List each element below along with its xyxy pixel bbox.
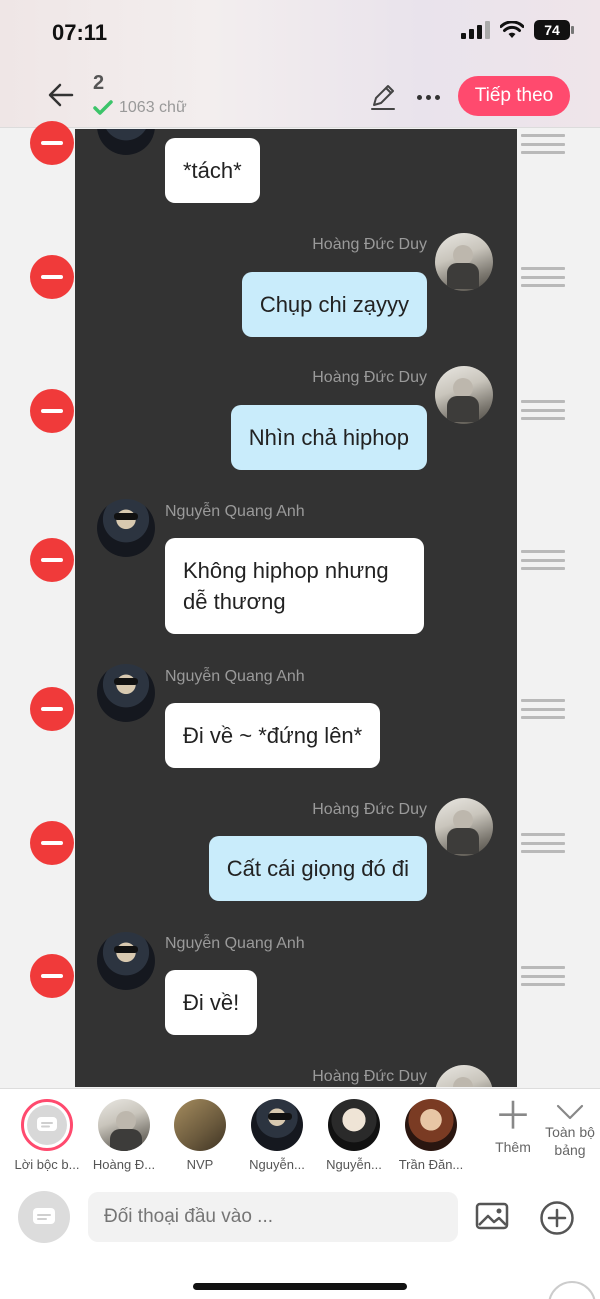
message-bubble[interactable]: Cất cái giọng đó đi [208,836,427,901]
speaker-label: Nguyễn... [249,1157,305,1172]
chevron-down-icon [556,1104,584,1120]
chapter-number: 2 [93,72,105,94]
back-arrow-icon [48,83,74,107]
delete-row-button[interactable] [30,687,74,731]
scroll-up-button[interactable] [548,1281,596,1299]
home-indicator [193,1283,407,1290]
avatar [97,932,155,990]
avatar [435,233,493,291]
speaker-tran[interactable]: Trần Đăn... [394,1099,468,1172]
wifi-icon [500,21,524,38]
speaker-label: Trần Đăn... [398,1157,464,1172]
bottom-panel: Lời bộc b... Hoàng Đ... NVP Nguyễn... Ng… [0,1088,600,1299]
speaker-avatar [98,1099,150,1151]
speaker-nguyen-1[interactable]: Nguyễn... [240,1099,314,1172]
status-time: 07:11 [52,20,108,45]
word-count-label: 1063 chữ [119,99,187,116]
speaker-name: Hoàng Đức Duy [312,1068,427,1085]
chat-area: *tách* Hoàng Đức Duy Chụp chi zạyyy Hoàn… [75,129,517,1087]
show-all-label: Toàn bộ bảng [545,1124,595,1158]
drag-handle-icon[interactable] [521,966,565,986]
message-bubble[interactable]: Nhìn chả hiphop [230,405,427,470]
avatar [97,499,155,557]
plus-icon: ＋ [493,1096,532,1138]
message-bubble[interactable]: *tách* [165,138,260,203]
avatar [97,664,155,722]
speaker-name: Hoàng Đức Duy [312,801,427,818]
speaker-narrator[interactable]: Lời bộc b... [10,1099,84,1172]
chat-bubble-icon [37,1117,57,1131]
drag-handle-icon[interactable] [521,833,565,853]
message-bubble[interactable]: Đi về! [165,970,258,1035]
message-bubble[interactable]: Đi về ~ *đứng lên* [165,703,381,768]
delete-row-button[interactable] [30,538,74,582]
speaker-avatar [174,1099,226,1151]
image-icon[interactable] [475,1201,509,1231]
speaker-bar: Lời bộc b... Hoàng Đ... NVP Nguyễn... Ng… [0,1096,600,1172]
more-options-button[interactable] [410,82,446,112]
speaker-name: Nguyễn Quang Anh [165,935,305,952]
message-bubble[interactable]: Không hiphop nhưng dễ thương [165,538,424,634]
drag-handle-icon[interactable] [521,699,565,719]
delete-row-button[interactable] [30,821,74,865]
drag-handle-icon[interactable] [521,400,565,420]
word-count: 1063 chữ [93,99,187,117]
drag-handle-icon[interactable] [521,134,565,154]
message-bubble[interactable]: Chụp chi zạyyy [241,272,427,337]
avatar [435,366,493,424]
dialogue-type-button[interactable] [18,1191,70,1243]
speaker-avatar [251,1099,303,1151]
speaker-label: Nguyễn... [326,1157,382,1172]
drag-handle-icon[interactable] [521,267,565,287]
speaker-label: NVP [186,1157,214,1172]
next-button[interactable]: Tiếp theo [458,76,570,116]
check-icon [93,100,113,115]
status-icons: 74 [461,20,574,40]
signal-icon [461,21,490,39]
add-speaker-button[interactable]: ＋ Thêm [484,1096,542,1155]
chat-bubble-icon [33,1208,55,1224]
speaker-label: Hoàng Đ... [92,1157,156,1172]
speaker-name: Hoàng Đức Duy [312,236,427,253]
speaker-name: Hoàng Đức Duy [312,369,427,386]
add-speaker-label: Thêm [495,1139,531,1155]
speaker-label: Lời bộc b... [14,1157,80,1172]
edit-pen-icon[interactable] [368,82,398,112]
delete-row-button[interactable] [30,389,74,433]
speaker-nguyen-2[interactable]: Nguyễn... [317,1099,391,1172]
speaker-avatar [328,1099,380,1151]
delete-row-button[interactable] [30,255,74,299]
composer [0,1189,600,1245]
delete-row-button[interactable] [30,954,74,998]
speaker-nvp[interactable]: NVP [163,1099,237,1172]
battery-icon: 74 [534,20,574,40]
avatar [435,1065,493,1087]
narrator-avatar [21,1099,73,1151]
dialogue-input[interactable] [88,1192,458,1242]
show-all-button[interactable]: Toàn bộ bảng [540,1103,600,1159]
speaker-hoang[interactable]: Hoàng Đ... [87,1099,161,1172]
top-bar: 07:11 74 2 1063 chữ Tiếp theo [0,0,600,128]
drag-handle-icon[interactable] [521,550,565,570]
add-circle-icon[interactable] [539,1200,575,1236]
avatar [97,129,155,155]
speaker-name: Nguyễn Quang Anh [165,668,305,685]
avatar [435,798,493,856]
back-button[interactable] [44,78,78,112]
delete-row-button[interactable] [30,121,74,165]
speaker-name: Nguyễn Quang Anh [165,503,305,520]
speaker-avatar [405,1099,457,1151]
